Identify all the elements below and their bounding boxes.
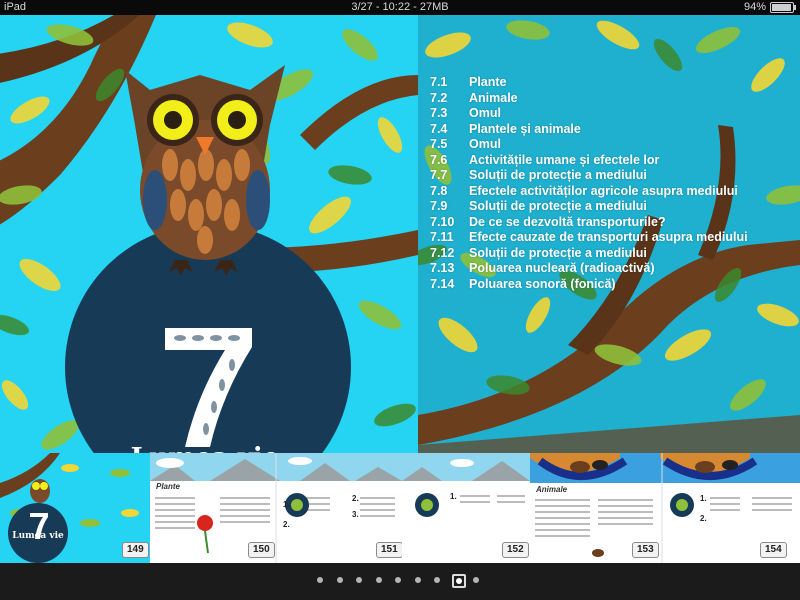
battery-indicator: 94% — [743, 0, 796, 15]
page-dot[interactable] — [414, 577, 421, 583]
thumbnail-page-153-154[interactable]: 1. 2. Animale 153 154 — [530, 453, 800, 563]
toc-item-number: 7.9 — [430, 199, 448, 213]
toc-item-number: 7.6 — [430, 152, 448, 167]
page-indicator[interactable] — [0, 563, 800, 600]
toc-item[interactable]: 7.10 De ce se dezvoltă transporturile? — [430, 215, 748, 231]
page-number-154: 154 — [760, 542, 787, 558]
svg-text:3.: 3. — [352, 510, 359, 519]
status-center-text: 3/27 - 10:22 - 27MB — [351, 1, 449, 13]
toc-item[interactable]: 7.13 Poluarea nucleară (radioactivă) — [430, 261, 748, 277]
toc-item-title: Omul — [469, 106, 501, 120]
thumbnail-149-caption: Lumea vie — [12, 531, 64, 541]
toc-item-number: 7.5 — [430, 137, 448, 151]
toc-item[interactable]: 7.11 Efecte cauzate de transporturi asupr… — [430, 230, 748, 246]
toc-item[interactable]: 7.1 Plante — [430, 75, 748, 91]
thumbnail-page-150-151[interactable]: 1. 2. 2. 3. Plante 150 151 — [150, 453, 402, 563]
page-dot[interactable] — [356, 577, 362, 583]
table-of-contents: 7.1 Plante 7.2 Animale 7.3 Omul 7.4 Plantele și… — [430, 75, 748, 292]
toc-item-number: 7.8 — [430, 183, 448, 198]
toc-item[interactable]: 7.2 Animale — [430, 91, 748, 107]
page-dot[interactable] — [473, 577, 479, 583]
toc-item-title: Omul — [469, 137, 501, 151]
svg-text:1.: 1. — [700, 494, 707, 503]
svg-text:1.: 1. — [283, 500, 290, 509]
thumbnail-153-heading: Animale — [536, 485, 568, 494]
toc-item-title: Plante — [469, 75, 507, 89]
page-dot[interactable] — [395, 577, 401, 583]
toc-item-title: Soluții de protecție a mediului — [469, 168, 647, 182]
toc-item-title: Animale — [469, 90, 518, 105]
toc-item-number: 7.12 — [430, 245, 455, 260]
svg-text:2.: 2. — [700, 514, 707, 523]
toc-item-title: Poluarea sonoră (fonică) — [469, 276, 616, 291]
toc-item-number: 7.13 — [430, 261, 455, 275]
left-page[interactable]: Lumea vie — [0, 15, 418, 470]
toc-item-title: Plantele și animale — [469, 121, 581, 136]
thumbnail-page-152[interactable]: 1. 152 — [402, 453, 530, 563]
toc-item-title: Soluții de protecție a mediului — [469, 245, 647, 260]
battery-icon — [770, 2, 796, 13]
toc-item[interactable]: 7.7 Soluții de protecție a mediului — [430, 168, 748, 184]
toc-item[interactable]: 7.3 Omul — [430, 106, 748, 122]
chapter-illustration — [0, 15, 418, 470]
toc-item[interactable]: 7.6 Activitățile umane și efectele lor — [430, 153, 748, 169]
toc-item-title: Efecte cauzate de transporturi asupra me… — [469, 230, 748, 244]
thumbnail-150-heading: Plante — [156, 482, 181, 491]
toc-item[interactable]: 7.9 Soluții de protecție a mediului — [430, 199, 748, 215]
toc-item-number: 7.11 — [430, 230, 454, 244]
status-bar: iPad 3/27 - 10:22 - 27MB 94% — [0, 0, 800, 15]
toc-item[interactable]: 7.14 Poluarea sonoră (fonică) — [430, 277, 748, 293]
page-number-152: 152 — [502, 542, 529, 558]
page-dot[interactable] — [434, 577, 440, 583]
toc-item-title: Poluarea nucleară (radioactivă) — [469, 261, 655, 275]
toc-item-number: 7.4 — [430, 121, 448, 136]
thumbnail-150-preview: 1. 2. 2. 3. — [150, 453, 402, 563]
toc-item-title: Efectele activităților agricole asupra m… — [469, 183, 738, 198]
page-dot[interactable] — [336, 577, 343, 583]
svg-text:2.: 2. — [283, 520, 290, 529]
toc-item-title: De ce se dezvoltă transporturile? — [469, 214, 666, 229]
page-dot[interactable] — [317, 577, 323, 583]
toc-item-number: 7.7 — [430, 168, 448, 182]
toc-item-number: 7.2 — [430, 90, 448, 105]
toc-item-title: Soluții de protecție a mediului — [469, 199, 647, 213]
battery-percent: 94% — [743, 1, 766, 13]
page-dot[interactable] — [375, 577, 382, 583]
page-number-151: 151 — [376, 542, 402, 558]
toc-item-number: 7.1 — [430, 75, 448, 89]
right-page[interactable]: 7.1 Plante 7.2 Animale 7.3 Omul 7.4 Plantele și… — [418, 15, 800, 470]
svg-text:2.: 2. — [352, 494, 359, 503]
book-spread[interactable]: Lumea vie — [0, 15, 800, 470]
toc-item-number: 7.10 — [430, 214, 455, 229]
toc-item[interactable]: 7.4 Plantele și animale — [430, 122, 748, 138]
thumbnail-strip[interactable]: Lumea vie 149 1. 2. 2. 3. Plante 150 151… — [0, 453, 800, 563]
thumbnail-page-149[interactable]: Lumea vie 149 — [0, 453, 150, 563]
toc-item[interactable]: 7.8 Efectele activităților agricole asupr… — [430, 184, 748, 200]
page-number-150: 150 — [248, 542, 275, 558]
page-number-153: 153 — [632, 542, 659, 558]
toc-item[interactable]: 7.5 Omul — [430, 137, 748, 153]
svg-text:1.: 1. — [450, 492, 457, 501]
page-dot[interactable] — [451, 574, 466, 588]
toc-item[interactable]: 7.12 Soluții de protecție a mediului — [430, 246, 748, 262]
toc-item-number: 7.3 — [430, 106, 448, 120]
page-number-149: 149 — [122, 542, 149, 558]
toc-item-title: Activitățile umane și efectele lor — [469, 152, 660, 167]
toc-item-number: 7.14 — [430, 276, 455, 291]
